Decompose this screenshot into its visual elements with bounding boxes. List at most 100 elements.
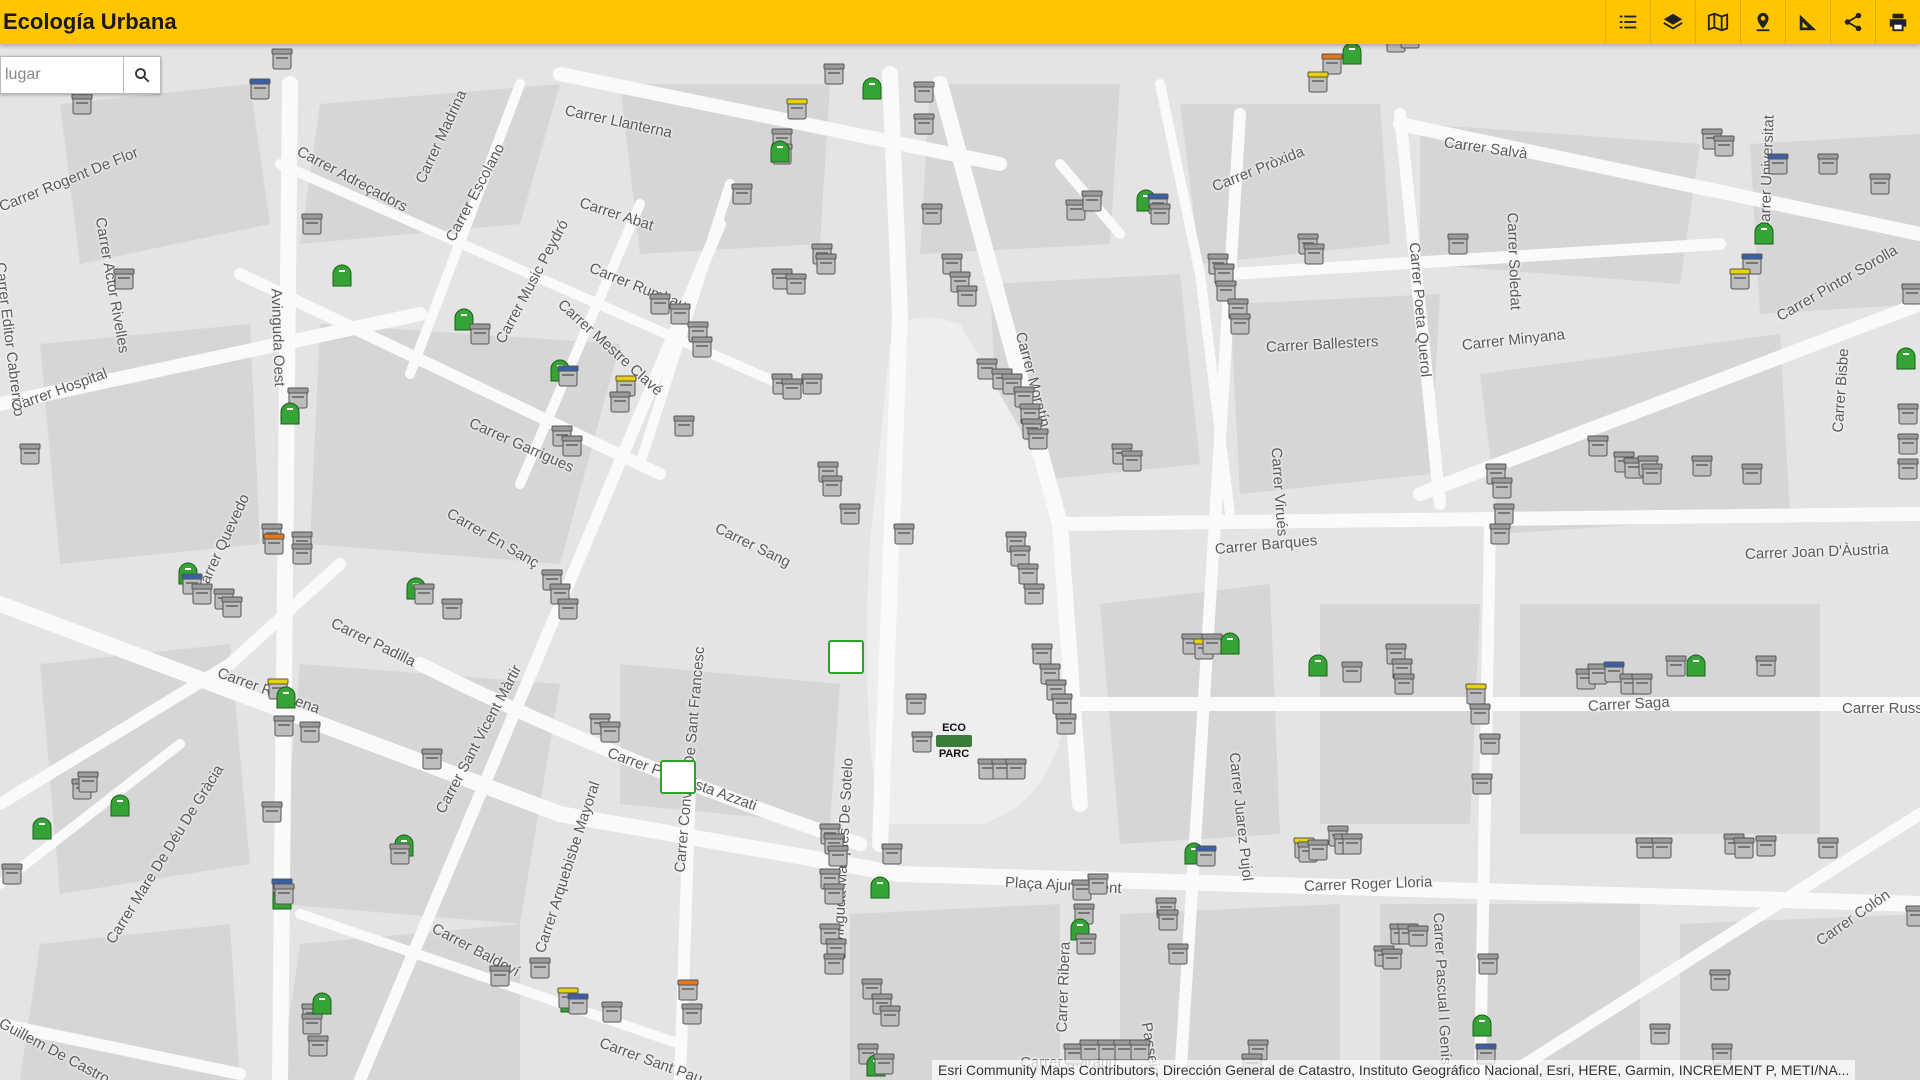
waste-container-marker[interactable] — [1120, 447, 1144, 473]
waste-container-marker[interactable] — [1488, 520, 1512, 546]
plastic-container-marker[interactable] — [1306, 68, 1330, 94]
waste-container-marker[interactable] — [1166, 940, 1190, 966]
waste-container-marker[interactable] — [298, 718, 322, 744]
oil-container-marker[interactable] — [676, 976, 700, 1002]
waste-container-marker[interactable] — [1868, 170, 1892, 196]
waste-container-marker[interactable] — [1446, 230, 1470, 256]
waste-container-marker[interactable] — [1228, 310, 1252, 336]
waste-container-marker[interactable] — [1470, 770, 1494, 796]
waste-container-marker[interactable] — [892, 520, 916, 546]
waste-container-marker[interactable] — [260, 798, 284, 824]
waste-container-marker[interactable] — [1816, 150, 1840, 176]
waste-container-marker[interactable] — [955, 282, 979, 308]
glass-container-marker[interactable] — [1894, 345, 1918, 371]
waste-container-marker[interactable] — [1896, 430, 1920, 456]
measure-button[interactable] — [1785, 0, 1830, 44]
plastic-container-marker[interactable] — [1728, 265, 1752, 291]
waste-container-marker[interactable] — [1712, 132, 1736, 158]
paper-container-marker[interactable] — [1194, 842, 1218, 868]
waste-container-marker[interactable] — [1904, 902, 1920, 928]
waste-container-marker[interactable] — [420, 745, 444, 771]
waste-container-marker[interactable] — [1054, 710, 1078, 736]
waste-container-marker[interactable] — [730, 180, 754, 206]
waste-container-marker[interactable] — [440, 595, 464, 621]
waste-container-marker[interactable] — [680, 1000, 704, 1026]
waste-container-marker[interactable] — [1022, 580, 1046, 606]
waste-container-marker[interactable] — [1630, 670, 1654, 696]
waste-container-marker[interactable] — [1690, 452, 1714, 478]
waste-container-marker[interactable] — [1754, 652, 1778, 678]
waste-container-marker[interactable] — [1026, 425, 1050, 451]
waste-container-marker[interactable] — [1086, 870, 1110, 896]
waste-container-marker[interactable] — [0, 860, 24, 886]
paper-container-marker[interactable] — [566, 990, 590, 1016]
waste-container-marker[interactable] — [1754, 832, 1778, 858]
search-button[interactable] — [123, 56, 161, 94]
paper-container-marker[interactable] — [1766, 150, 1790, 176]
waste-container-marker[interactable] — [910, 728, 934, 754]
waste-container-marker[interactable] — [1080, 187, 1104, 213]
waste-container-marker[interactable] — [1148, 200, 1172, 226]
waste-container-marker[interactable] — [1004, 755, 1028, 781]
waste-container-marker[interactable] — [112, 265, 136, 291]
map-view[interactable]: Carrer Llanterna Carrer Abat Carrer Rumb… — [0, 44, 1920, 1080]
list-button[interactable] — [1605, 0, 1650, 44]
waste-container-marker[interactable] — [784, 270, 808, 296]
waste-container-marker[interactable] — [690, 333, 714, 359]
charging-station-marker[interactable] — [828, 640, 864, 674]
search-input[interactable] — [0, 56, 123, 94]
waste-container-marker[interactable] — [820, 472, 844, 498]
waste-container-marker[interactable] — [1156, 906, 1180, 932]
waste-container-marker[interactable] — [1896, 455, 1920, 481]
waste-container-marker[interactable] — [912, 110, 936, 136]
waste-container-marker[interactable] — [1340, 658, 1364, 684]
paper-container-marker[interactable] — [248, 75, 272, 101]
glass-container-marker[interactable] — [1684, 652, 1708, 678]
waste-container-marker[interactable] — [912, 78, 936, 104]
waste-container-marker[interactable] — [1340, 830, 1364, 856]
waste-container-marker[interactable] — [880, 840, 904, 866]
glass-container-marker[interactable] — [1218, 630, 1242, 656]
glass-container-marker[interactable] — [768, 138, 792, 164]
oil-container-marker[interactable] — [262, 530, 286, 556]
waste-container-marker[interactable] — [800, 370, 824, 396]
glass-container-marker[interactable] — [860, 75, 884, 101]
glass-container-marker[interactable] — [30, 815, 54, 841]
waste-container-marker[interactable] — [1478, 730, 1502, 756]
waste-container-marker[interactable] — [598, 718, 622, 744]
waste-container-marker[interactable] — [1406, 922, 1430, 948]
waste-container-marker[interactable] — [1074, 930, 1098, 956]
waste-container-marker[interactable] — [1476, 950, 1500, 976]
glass-container-marker[interactable] — [274, 684, 298, 710]
waste-container-marker[interactable] — [18, 440, 42, 466]
waste-container-marker[interactable] — [1128, 1036, 1152, 1062]
print-button[interactable] — [1875, 0, 1920, 44]
waste-container-marker[interactable] — [468, 320, 492, 346]
waste-container-marker[interactable] — [872, 1050, 896, 1076]
glass-container-marker[interactable] — [1306, 652, 1330, 678]
waste-container-marker[interactable] — [412, 580, 436, 606]
waste-container-marker[interactable] — [608, 388, 632, 414]
paper-container-marker[interactable] — [556, 362, 580, 388]
waste-container-marker[interactable] — [1468, 700, 1492, 726]
waste-container-marker[interactable] — [560, 432, 584, 458]
plastic-container-marker[interactable] — [785, 95, 809, 121]
glass-container-marker[interactable] — [868, 874, 892, 900]
waste-container-marker[interactable] — [1900, 280, 1920, 306]
glass-container-marker[interactable] — [108, 792, 132, 818]
waste-container-marker[interactable] — [1650, 834, 1674, 860]
waste-container-marker[interactable] — [488, 962, 512, 988]
waste-container-marker[interactable] — [814, 250, 838, 276]
layers-button[interactable] — [1650, 0, 1695, 44]
waste-container-marker[interactable] — [1648, 1020, 1672, 1046]
waste-container-marker[interactable] — [822, 60, 846, 86]
glass-container-marker[interactable] — [330, 262, 354, 288]
waste-container-marker[interactable] — [190, 580, 214, 606]
waste-container-marker[interactable] — [1490, 474, 1514, 500]
glass-container-marker[interactable] — [1470, 1012, 1494, 1038]
waste-container-marker[interactable] — [1640, 460, 1664, 486]
waste-container-marker[interactable] — [904, 690, 928, 716]
waste-container-marker[interactable] — [1302, 240, 1326, 266]
waste-container-marker[interactable] — [1586, 432, 1610, 458]
waste-container-marker[interactable] — [290, 540, 314, 566]
